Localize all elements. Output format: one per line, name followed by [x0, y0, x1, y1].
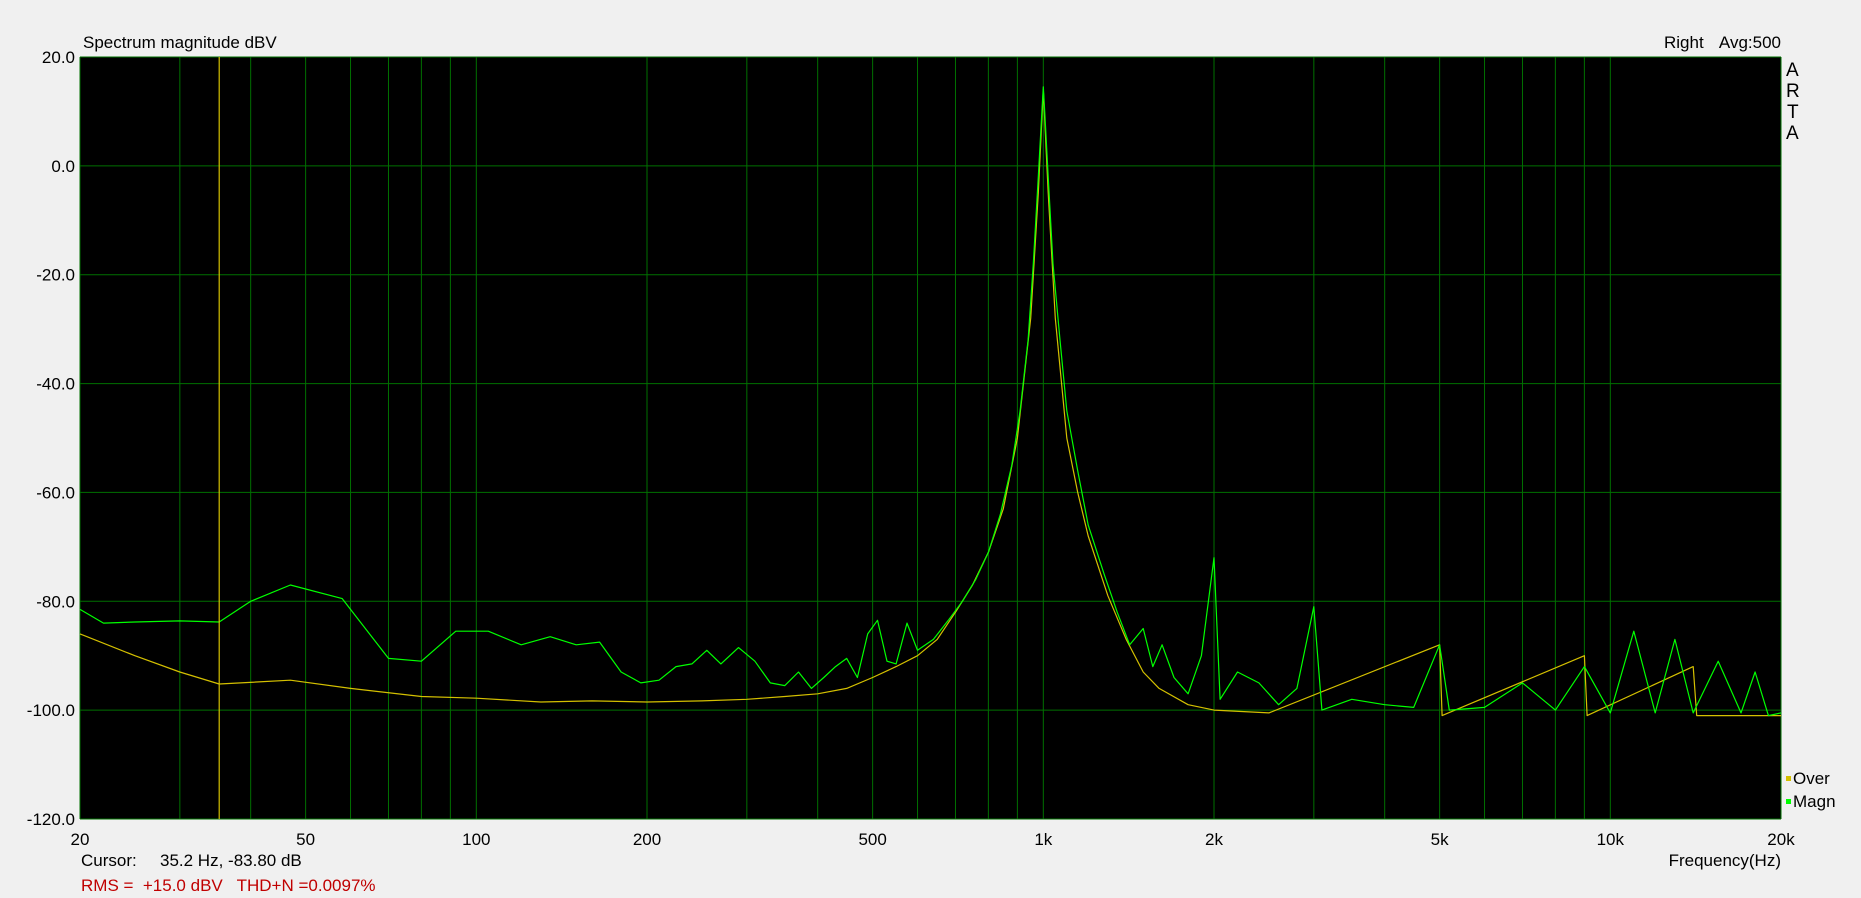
- legend-label-over: Over: [1793, 769, 1830, 788]
- x-tick-label: 500: [858, 830, 886, 849]
- chart-title: Spectrum magnitude dBV: [83, 33, 277, 52]
- x-tick-label: 20: [71, 830, 90, 849]
- y-tick-label: -20.0: [36, 266, 75, 285]
- y-tick-label: -80.0: [36, 592, 75, 611]
- x-tick-label: 20k: [1767, 830, 1795, 849]
- x-tick-label: 200: [633, 830, 661, 849]
- x-tick-label: 5k: [1431, 830, 1449, 849]
- x-tick-label: 50: [296, 830, 315, 849]
- y-tick-label: 20.0: [42, 48, 75, 67]
- y-tick-label: -100.0: [27, 701, 75, 720]
- plot-area: [80, 57, 1781, 819]
- x-tick-label: 2k: [1205, 830, 1223, 849]
- brand-letter: T: [1787, 102, 1799, 123]
- x-tick-label: 1k: [1034, 830, 1052, 849]
- y-tick-label: -60.0: [36, 483, 75, 502]
- y-tick-label: -40.0: [36, 375, 75, 394]
- channel-label: Right: [1664, 33, 1704, 52]
- spectrum-chart: 20 50 100 200 500 1k 2k 5k 10k 20k 20.0 0.0 -20.0 -40…: [27, 33, 1836, 895]
- x-axis-label: Frequency(Hz): [1669, 851, 1781, 870]
- cursor-readout: 35.2 Hz, -83.80 dB: [160, 851, 302, 870]
- cursor-label: Cursor:: [81, 851, 137, 870]
- y-tick-label: -120.0: [27, 810, 75, 829]
- arta-brand: A R T A: [1786, 60, 1800, 144]
- averaging-label: Avg:500: [1719, 33, 1781, 52]
- brand-letter: R: [1786, 81, 1800, 102]
- measurement-readout: RMS = +15.0 dBV THD+N =0.0097%: [81, 876, 376, 895]
- y-tick-label: 0.0: [51, 157, 75, 176]
- legend-swatch-magn: [1786, 799, 1791, 804]
- brand-letter: A: [1786, 60, 1799, 81]
- brand-letter: A: [1786, 123, 1799, 144]
- x-tick-label: 10k: [1597, 830, 1625, 849]
- legend-label-magn: Magn: [1793, 792, 1836, 811]
- legend: Over Magn: [1786, 769, 1836, 811]
- x-tick-label: 100: [462, 830, 490, 849]
- legend-swatch-over: [1786, 776, 1791, 781]
